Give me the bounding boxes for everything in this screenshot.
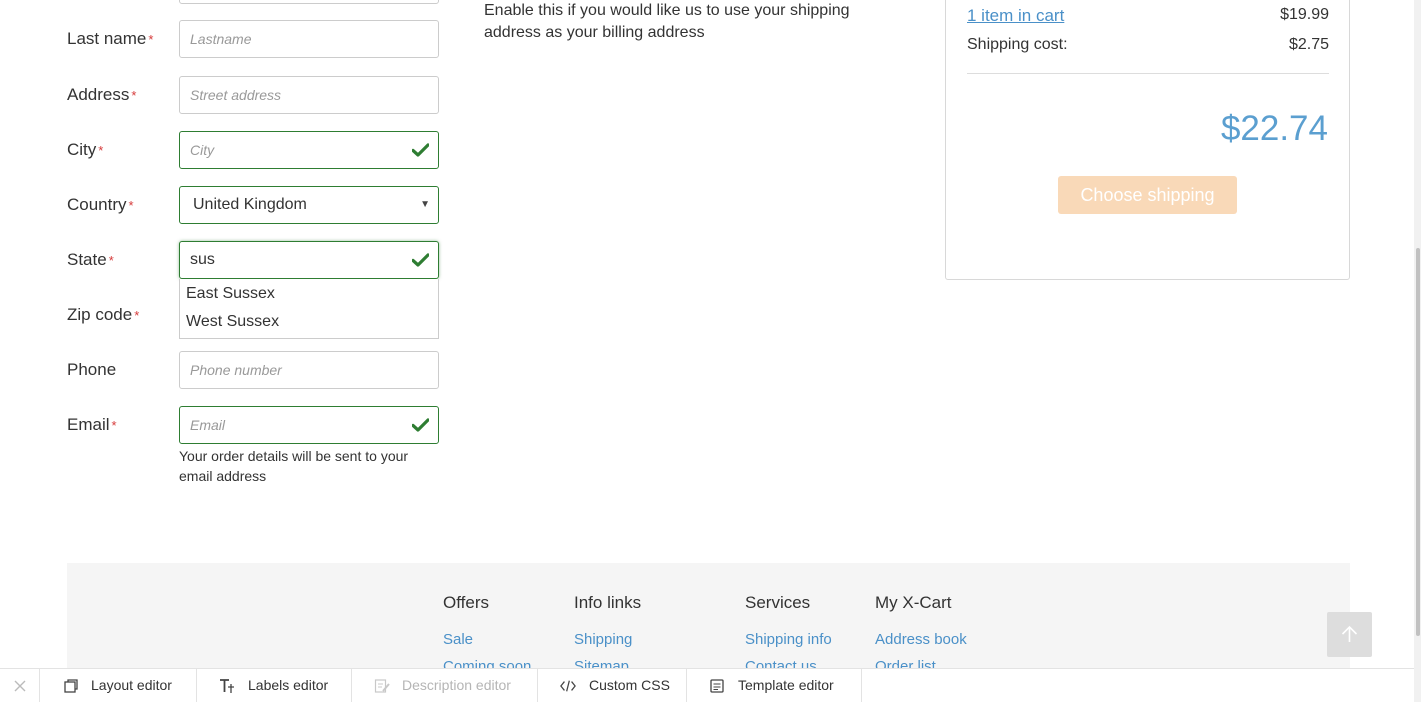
layout-editor-label: Layout editor [91, 677, 172, 693]
description-editor-label: Description editor [402, 677, 511, 693]
address-label: Address * [67, 85, 137, 104]
firstname-field-partial[interactable] [179, 0, 439, 4]
description-editor-button[interactable]: Description editor [352, 669, 538, 702]
items-row: 1 item in cart $19.99 [967, 6, 1329, 28]
shipping-row: Shipping cost: $2.75 [967, 36, 1329, 58]
state-autocomplete-list: East Sussex West Sussex [179, 279, 439, 339]
city-label: City * [67, 140, 104, 159]
order-total: $22.74 [1220, 109, 1328, 148]
email-label: Email * [67, 415, 117, 434]
order-summary: 1 item in cart $19.99 Shipping cost: $2.… [945, 0, 1350, 280]
checkmark-icon [412, 253, 429, 267]
checkout-page: Last name* Address* City* Country* Unite… [0, 0, 1421, 702]
city-field[interactable] [179, 131, 439, 169]
editor-toolbar: Layout editor Labels editor Description … [0, 668, 1421, 702]
text-icon [220, 679, 234, 693]
footer-column-services: Services Shipping info Contact us [745, 593, 832, 680]
footer-column-title: Offers [443, 593, 489, 612]
footer-link[interactable]: Sale [443, 626, 531, 653]
state-row: State * [67, 241, 439, 279]
lastname-input[interactable] [180, 21, 438, 57]
phone-row: Phone [67, 351, 439, 389]
edit-doc-icon [374, 679, 390, 693]
email-input[interactable] [180, 407, 438, 443]
lastname-label: Last name * [67, 29, 154, 48]
summary-divider [967, 73, 1329, 74]
footer-column-title: My X-Cart [875, 593, 952, 612]
caret-down-icon: ▼ [420, 199, 430, 210]
footer-link[interactable]: Address book [875, 626, 967, 653]
code-icon [560, 680, 576, 692]
layout-editor-button[interactable]: Layout editor [40, 669, 197, 702]
footer-link[interactable]: Shipping info [745, 626, 832, 653]
items-in-cart-link[interactable]: 1 item in cart [967, 6, 1064, 26]
arrow-up-icon [1341, 625, 1358, 642]
close-editor-button[interactable] [0, 669, 40, 702]
footer-column-info-links: Info links Shipping Sitemap [574, 593, 641, 680]
email-row: Email * [67, 406, 439, 444]
custom-css-label: Custom CSS [589, 677, 670, 693]
custom-css-button[interactable]: Custom CSS [538, 669, 687, 702]
footer-column-title: Info links [574, 593, 642, 612]
labels-editor-label: Labels editor [248, 677, 329, 693]
address-field[interactable] [179, 76, 439, 114]
items-price: $19.99 [1280, 6, 1329, 23]
shipping-cost-label: Shipping cost: [967, 36, 1068, 53]
state-input[interactable] [180, 242, 438, 278]
footer-link[interactable]: Shipping [574, 626, 641, 653]
page-scrollbar-thumb[interactable] [1416, 248, 1420, 636]
address-row: Address * [67, 76, 439, 114]
choose-shipping-button[interactable]: Choose shipping [1058, 176, 1237, 214]
address-input[interactable] [180, 77, 438, 113]
shipping-cost-value: $2.75 [1288, 36, 1329, 53]
state-label: State * [67, 250, 114, 269]
footer-column-offers: Offers Sale Coming soon [443, 593, 531, 680]
state-suggestion[interactable]: East Sussex [180, 280, 438, 308]
footer-column-my-xcart: My X-Cart Address book Order list [875, 593, 967, 680]
email-help-text: Your order details will be sent to your … [179, 448, 409, 484]
checkmark-icon [412, 143, 429, 157]
state-field[interactable] [179, 241, 439, 279]
template-icon [710, 679, 724, 693]
layout-icon [64, 679, 78, 693]
phone-label: Phone [67, 360, 117, 379]
country-label: Country * [67, 195, 134, 214]
country-selected-value: United Kingdom [193, 196, 307, 213]
email-field[interactable] [179, 406, 439, 444]
back-to-top-button[interactable] [1327, 612, 1372, 657]
city-row: City * [67, 131, 439, 169]
close-icon [14, 680, 26, 692]
template-editor-label: Template editor [738, 677, 834, 693]
lastname-row: Last name * [67, 20, 439, 58]
country-row: Country * United Kingdom ▼ [67, 186, 439, 224]
labels-editor-button[interactable]: Labels editor [197, 669, 352, 702]
phone-input[interactable] [180, 352, 438, 388]
footer-column-title: Services [745, 593, 811, 612]
phone-field[interactable] [179, 351, 439, 389]
state-suggestion[interactable]: West Sussex [180, 308, 438, 336]
template-editor-button[interactable]: Template editor [687, 669, 862, 702]
lastname-field[interactable] [179, 20, 439, 58]
zip-label: Zip code * [67, 305, 140, 324]
city-input[interactable] [180, 132, 438, 168]
checkmark-icon [412, 418, 429, 432]
billing-address-note: Enable this if you would like us to use … [484, 2, 850, 41]
country-select[interactable]: United Kingdom ▼ [179, 186, 439, 224]
